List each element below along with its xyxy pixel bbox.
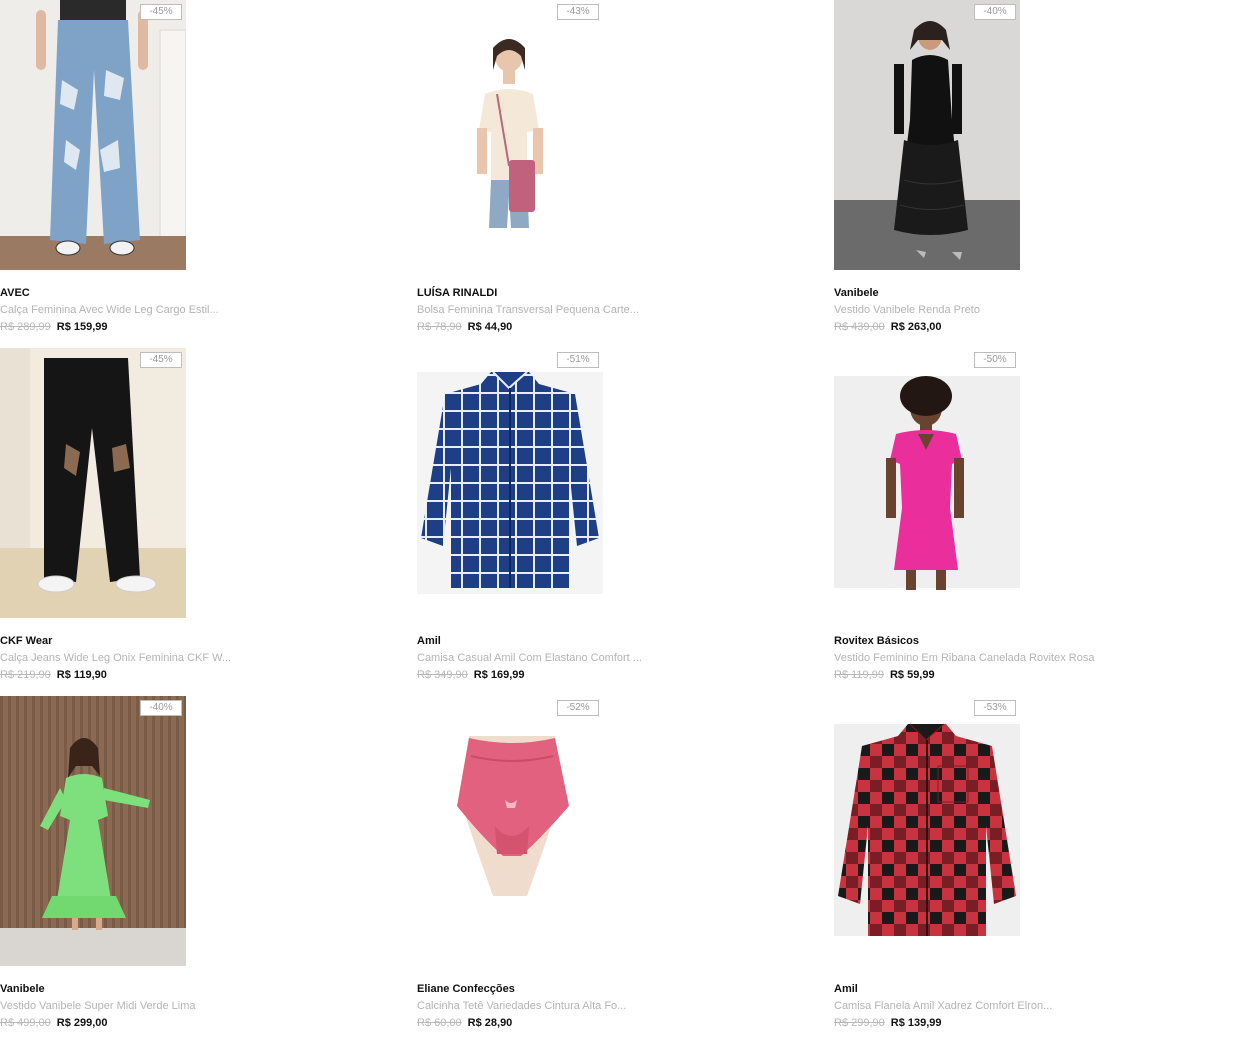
- current-price: R$ 139,99: [890, 1017, 942, 1029]
- product-card[interactable]: -45% CKF Wear Calça Jeans Wide Leg Onix …: [0, 348, 380, 688]
- current-price: R$ 159,99: [56, 321, 108, 333]
- current-price: R$ 44,90: [467, 321, 513, 333]
- product-name[interactable]: Calcinha Tetê Variedades Cintura Alta Fo…: [417, 1000, 626, 1012]
- product-card[interactable]: -53% Amil Camisa Flanela Amil Xadrez Com…: [834, 696, 1214, 1036]
- product-card[interactable]: -50% Rovitex Básicos Vestido Feminino Em…: [834, 348, 1214, 688]
- discount-badge: -40%: [140, 700, 182, 716]
- product-brand[interactable]: Eliane Confecções: [417, 983, 515, 995]
- product-card[interactable]: -40% Vanibele Vestido Vanibele Super Mid…: [0, 696, 380, 1036]
- product-name[interactable]: Vestido Vanibele Super Midi Verde Lima: [0, 1000, 195, 1012]
- product-prices: R$ 219,90 R$ 119,90: [0, 669, 107, 681]
- product-prices: R$ 499,00 R$ 299,00: [0, 1017, 108, 1029]
- product-brand[interactable]: Vanibele: [834, 287, 879, 299]
- product-prices: R$ 78,90 R$ 44,90: [417, 321, 512, 333]
- discount-badge: -53%: [974, 700, 1016, 716]
- discount-badge: -51%: [557, 352, 599, 368]
- discount-badge: -40%: [974, 4, 1016, 20]
- current-price: R$ 263,00: [890, 321, 942, 333]
- product-brand[interactable]: Amil: [834, 983, 858, 995]
- product-card[interactable]: -43% LUÍSA RINALDI Bolsa Feminina Transv…: [417, 0, 797, 340]
- product-prices: R$ 60,00 R$ 28,90: [417, 1017, 512, 1029]
- current-price: R$ 119,90: [56, 669, 107, 681]
- product-image[interactable]: [834, 348, 1020, 618]
- old-price: R$ 349,90: [417, 669, 468, 681]
- current-price: R$ 59,99: [889, 669, 935, 681]
- product-prices: R$ 439,00 R$ 263,00: [834, 321, 942, 333]
- product-image[interactable]: [834, 696, 1020, 966]
- product-card[interactable]: -45% AVEC Calça Feminina Avec Wide Leg C…: [0, 0, 380, 340]
- old-price: R$ 289,99: [0, 321, 51, 333]
- old-price: R$ 78,90: [417, 321, 462, 333]
- product-prices: R$ 299,90 R$ 139,99: [834, 1017, 942, 1029]
- product-card[interactable]: -52% Eliane Confecções Calcinha Tetê Var…: [417, 696, 797, 1036]
- product-name[interactable]: Bolsa Feminina Transversal Pequena Carte…: [417, 304, 639, 316]
- discount-badge: -50%: [974, 352, 1016, 368]
- current-price: R$ 169,99: [473, 669, 525, 681]
- product-image[interactable]: [0, 348, 186, 618]
- current-price: R$ 299,00: [56, 1017, 108, 1029]
- product-brand[interactable]: Rovitex Básicos: [834, 635, 919, 647]
- product-prices: R$ 349,90 R$ 169,99: [417, 669, 525, 681]
- product-image[interactable]: [0, 0, 186, 270]
- current-price: R$ 28,90: [467, 1017, 513, 1029]
- product-brand[interactable]: AVEC: [0, 287, 30, 299]
- discount-badge: -43%: [557, 4, 599, 20]
- product-name[interactable]: Vestido Vanibele Renda Preto: [834, 304, 980, 316]
- old-price: R$ 299,90: [834, 1017, 885, 1029]
- discount-badge: -52%: [557, 700, 599, 716]
- discount-badge: -45%: [140, 352, 182, 368]
- product-brand[interactable]: Amil: [417, 635, 441, 647]
- product-image[interactable]: [834, 0, 1020, 270]
- product-name[interactable]: Vestido Feminino Em Ribana Canelada Rovi…: [834, 652, 1094, 664]
- product-image[interactable]: [0, 696, 186, 966]
- old-price: R$ 439,00: [834, 321, 885, 333]
- product-name[interactable]: Camisa Casual Amil Com Elastano Comfort …: [417, 652, 642, 664]
- product-card[interactable]: -40% Vanibele Vestido Vanibele Renda Pre…: [834, 0, 1214, 340]
- old-price: R$ 60,00: [417, 1017, 462, 1029]
- product-image[interactable]: [417, 0, 603, 270]
- product-name[interactable]: Calça Feminina Avec Wide Leg Cargo Estil…: [0, 304, 219, 316]
- product-name[interactable]: Camisa Flanela Amil Xadrez Comfort Elron…: [834, 1000, 1052, 1012]
- product-brand[interactable]: Vanibele: [0, 983, 45, 995]
- product-prices: R$ 119,99 R$ 59,99: [834, 669, 935, 681]
- old-price: R$ 219,90: [0, 669, 51, 681]
- discount-badge: -45%: [140, 4, 182, 20]
- product-image[interactable]: [417, 348, 603, 618]
- product-brand[interactable]: CKF Wear: [0, 635, 52, 647]
- product-grid: -45% AVEC Calça Feminina Avec Wide Leg C…: [0, 0, 1250, 1043]
- old-price: R$ 119,99: [834, 669, 884, 681]
- product-prices: R$ 289,99 R$ 159,99: [0, 321, 108, 333]
- old-price: R$ 499,00: [0, 1017, 51, 1029]
- product-name[interactable]: Calça Jeans Wide Leg Onix Feminina CKF W…: [0, 652, 231, 664]
- product-brand[interactable]: LUÍSA RINALDI: [417, 287, 497, 299]
- product-image[interactable]: [417, 696, 603, 966]
- product-card[interactable]: -51% Amil Camisa Casual Amil Com Elastan…: [417, 348, 797, 688]
